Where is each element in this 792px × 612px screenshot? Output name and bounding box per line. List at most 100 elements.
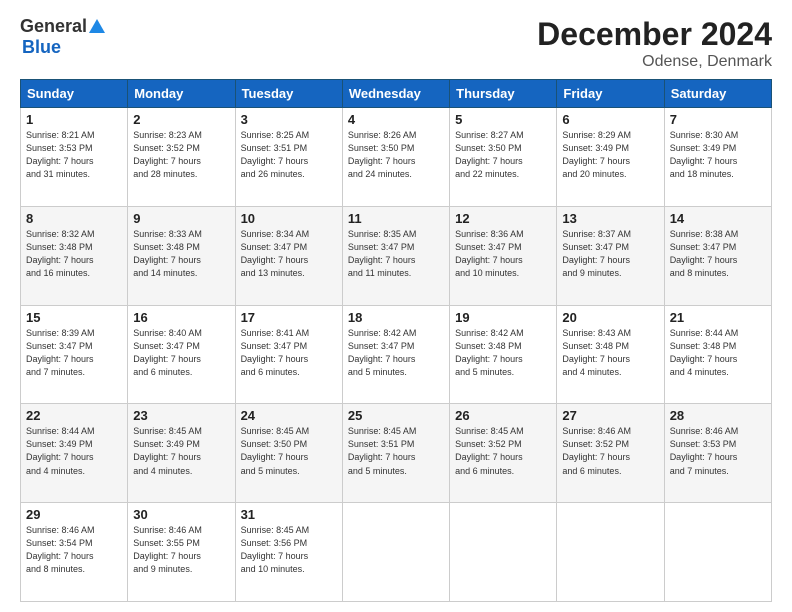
day-number: 16	[133, 310, 229, 325]
calendar-week-row: 15Sunrise: 8:39 AMSunset: 3:47 PMDayligh…	[21, 305, 772, 404]
calendar-title: December 2024	[537, 16, 772, 53]
calendar-cell: 5Sunrise: 8:27 AMSunset: 3:50 PMDaylight…	[450, 108, 557, 207]
col-saturday: Saturday	[664, 80, 771, 108]
calendar-week-row: 22 Sunrise: 8:44 AMSunset: 3:49 PMDayligh…	[21, 404, 772, 503]
calendar-header-row: Sunday Monday Tuesday Wednesday Thursday…	[21, 80, 772, 108]
logo: General Blue	[20, 16, 105, 58]
calendar-cell: 28 Sunrise: 8:46 AMSunset: 3:53 PMDayligh…	[664, 404, 771, 503]
day-number: 14	[670, 211, 766, 226]
col-monday: Monday	[128, 80, 235, 108]
calendar-cell: 2 Sunrise: 8:23 AMSunset: 3:52 PMDaylight…	[128, 108, 235, 207]
logo-triangle-icon	[89, 19, 105, 33]
col-wednesday: Wednesday	[342, 80, 449, 108]
calendar-cell: 19 Sunrise: 8:42 AMSunset: 3:48 PMDayligh…	[450, 305, 557, 404]
calendar-cell: 17Sunrise: 8:41 AMSunset: 3:47 PMDayligh…	[235, 305, 342, 404]
cell-info: Sunrise: 8:32 AMSunset: 3:48 PMDaylight:…	[26, 228, 122, 280]
calendar-cell: 26 Sunrise: 8:45 AMSunset: 3:52 PMDayligh…	[450, 404, 557, 503]
calendar-cell: 9 Sunrise: 8:33 AMSunset: 3:48 PMDaylight…	[128, 206, 235, 305]
day-number: 6	[562, 112, 658, 127]
calendar-table: Sunday Monday Tuesday Wednesday Thursday…	[20, 79, 772, 602]
calendar-cell: 23 Sunrise: 8:45 AMSunset: 3:49 PMDayligh…	[128, 404, 235, 503]
cell-info: Sunrise: 8:33 AMSunset: 3:48 PMDaylight:…	[133, 228, 229, 280]
calendar-cell: 1 Sunrise: 8:21 AMSunset: 3:53 PMDaylight…	[21, 108, 128, 207]
day-number: 19	[455, 310, 551, 325]
calendar-cell: 20 Sunrise: 8:43 AMSunset: 3:48 PMDayligh…	[557, 305, 664, 404]
calendar-cell: 8Sunrise: 8:32 AMSunset: 3:48 PMDaylight…	[21, 206, 128, 305]
day-number: 11	[348, 211, 444, 226]
cell-info: Sunrise: 8:36 AMSunset: 3:47 PMDaylight:…	[455, 228, 551, 280]
day-number: 20	[562, 310, 658, 325]
calendar-week-row: 8Sunrise: 8:32 AMSunset: 3:48 PMDaylight…	[21, 206, 772, 305]
calendar-cell: 4 Sunrise: 8:26 AMSunset: 3:50 PMDaylight…	[342, 108, 449, 207]
cell-info: Sunrise: 8:37 AMSunset: 3:47 PMDaylight:…	[562, 228, 658, 280]
cell-info: Sunrise: 8:46 AMSunset: 3:52 PMDaylight:…	[562, 425, 658, 477]
cell-info: Sunrise: 8:44 AMSunset: 3:49 PMDaylight:…	[26, 425, 122, 477]
cell-info: Sunrise: 8:46 AMSunset: 3:54 PMDaylight:…	[26, 524, 122, 576]
day-number: 18	[348, 310, 444, 325]
calendar-cell: 30 Sunrise: 8:46 AMSunset: 3:55 PMDayligh…	[128, 503, 235, 602]
day-number: 30	[133, 507, 229, 522]
cell-info: Sunrise: 8:46 AMSunset: 3:53 PMDaylight:…	[670, 425, 766, 477]
header: General Blue December 2024 Odense, Denma…	[20, 16, 772, 71]
calendar-cell: 31 Sunrise: 8:45 AMSunset: 3:56 PMDayligh…	[235, 503, 342, 602]
cell-info: Sunrise: 8:42 AMSunset: 3:48 PMDaylight:…	[455, 327, 551, 379]
cell-info: Sunrise: 8:46 AMSunset: 3:55 PMDaylight:…	[133, 524, 229, 576]
calendar-cell	[450, 503, 557, 602]
cell-info: Sunrise: 8:23 AMSunset: 3:52 PMDaylight:…	[133, 129, 229, 181]
cell-info: Sunrise: 8:34 AMSunset: 3:47 PMDaylight:…	[241, 228, 337, 280]
day-number: 22	[26, 408, 122, 423]
cell-info: Sunrise: 8:43 AMSunset: 3:48 PMDaylight:…	[562, 327, 658, 379]
day-number: 31	[241, 507, 337, 522]
calendar-cell: 7Sunrise: 8:30 AMSunset: 3:49 PMDaylight…	[664, 108, 771, 207]
day-number: 4	[348, 112, 444, 127]
day-number: 13	[562, 211, 658, 226]
cell-info: Sunrise: 8:29 AMSunset: 3:49 PMDaylight:…	[562, 129, 658, 181]
day-number: 28	[670, 408, 766, 423]
cell-info: Sunrise: 8:40 AMSunset: 3:47 PMDaylight:…	[133, 327, 229, 379]
calendar-cell: 13 Sunrise: 8:37 AMSunset: 3:47 PMDayligh…	[557, 206, 664, 305]
cell-info: Sunrise: 8:45 AMSunset: 3:49 PMDaylight:…	[133, 425, 229, 477]
calendar-cell: 12 Sunrise: 8:36 AMSunset: 3:47 PMDayligh…	[450, 206, 557, 305]
day-number: 25	[348, 408, 444, 423]
cell-info: Sunrise: 8:25 AMSunset: 3:51 PMDaylight:…	[241, 129, 337, 181]
col-friday: Friday	[557, 80, 664, 108]
calendar-cell: 27 Sunrise: 8:46 AMSunset: 3:52 PMDayligh…	[557, 404, 664, 503]
calendar-cell: 25Sunrise: 8:45 AMSunset: 3:51 PMDayligh…	[342, 404, 449, 503]
logo-blue-text: Blue	[22, 37, 61, 58]
cell-info: Sunrise: 8:38 AMSunset: 3:47 PMDaylight:…	[670, 228, 766, 280]
cell-info: Sunrise: 8:45 AMSunset: 3:52 PMDaylight:…	[455, 425, 551, 477]
cell-info: Sunrise: 8:30 AMSunset: 3:49 PMDaylight:…	[670, 129, 766, 181]
calendar-cell: 14 Sunrise: 8:38 AMSunset: 3:47 PMDayligh…	[664, 206, 771, 305]
day-number: 27	[562, 408, 658, 423]
cell-info: Sunrise: 8:27 AMSunset: 3:50 PMDaylight:…	[455, 129, 551, 181]
calendar-body: 1 Sunrise: 8:21 AMSunset: 3:53 PMDaylight…	[21, 108, 772, 602]
cell-info: Sunrise: 8:44 AMSunset: 3:48 PMDaylight:…	[670, 327, 766, 379]
calendar-cell: 10Sunrise: 8:34 AMSunset: 3:47 PMDayligh…	[235, 206, 342, 305]
cell-info: Sunrise: 8:41 AMSunset: 3:47 PMDaylight:…	[241, 327, 337, 379]
calendar-cell: 21 Sunrise: 8:44 AMSunset: 3:48 PMDayligh…	[664, 305, 771, 404]
calendar-cell: 15Sunrise: 8:39 AMSunset: 3:47 PMDayligh…	[21, 305, 128, 404]
day-number: 2	[133, 112, 229, 127]
calendar-cell	[664, 503, 771, 602]
calendar-cell: 18 Sunrise: 8:42 AMSunset: 3:47 PMDayligh…	[342, 305, 449, 404]
day-number: 3	[241, 112, 337, 127]
day-number: 21	[670, 310, 766, 325]
cell-info: Sunrise: 8:35 AMSunset: 3:47 PMDaylight:…	[348, 228, 444, 280]
day-number: 26	[455, 408, 551, 423]
logo-text: General	[20, 16, 105, 37]
cell-info: Sunrise: 8:42 AMSunset: 3:47 PMDaylight:…	[348, 327, 444, 379]
day-number: 12	[455, 211, 551, 226]
cell-info: Sunrise: 8:21 AMSunset: 3:53 PMDaylight:…	[26, 129, 122, 181]
day-number: 9	[133, 211, 229, 226]
day-number: 1	[26, 112, 122, 127]
calendar-cell: 3 Sunrise: 8:25 AMSunset: 3:51 PMDaylight…	[235, 108, 342, 207]
calendar-week-row: 1 Sunrise: 8:21 AMSunset: 3:53 PMDaylight…	[21, 108, 772, 207]
logo-general-text: General	[20, 16, 87, 37]
cell-info: Sunrise: 8:26 AMSunset: 3:50 PMDaylight:…	[348, 129, 444, 181]
calendar-cell: 11 Sunrise: 8:35 AMSunset: 3:47 PMDayligh…	[342, 206, 449, 305]
day-number: 23	[133, 408, 229, 423]
calendar-cell: 24Sunrise: 8:45 AMSunset: 3:50 PMDayligh…	[235, 404, 342, 503]
cell-info: Sunrise: 8:45 AMSunset: 3:56 PMDaylight:…	[241, 524, 337, 576]
cell-info: Sunrise: 8:45 AMSunset: 3:50 PMDaylight:…	[241, 425, 337, 477]
calendar-cell: 6 Sunrise: 8:29 AMSunset: 3:49 PMDaylight…	[557, 108, 664, 207]
